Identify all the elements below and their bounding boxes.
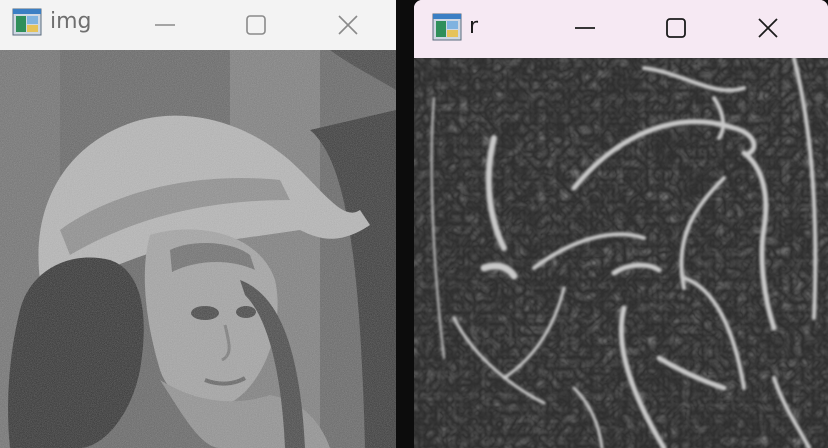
minimize-button[interactable]	[135, 0, 195, 50]
minimize-icon	[155, 24, 175, 26]
close-icon	[758, 18, 778, 38]
maximize-icon	[246, 15, 266, 35]
window-r[interactable]: r	[414, 0, 828, 448]
maximize-button[interactable]	[226, 0, 286, 50]
close-icon	[338, 15, 358, 35]
titlebar-img[interactable]: img	[0, 0, 396, 50]
image-canvas-img[interactable]	[0, 50, 396, 448]
window-title: r	[469, 14, 479, 39]
window-gap	[396, 0, 414, 448]
app-icon	[432, 13, 462, 41]
window-img[interactable]: img	[0, 0, 396, 448]
close-button[interactable]	[318, 0, 378, 50]
maximize-button[interactable]	[646, 3, 706, 53]
app-icon	[12, 8, 42, 36]
maximize-icon	[666, 18, 686, 38]
close-button[interactable]	[738, 3, 798, 53]
minimize-icon	[575, 27, 595, 29]
image-canvas-r[interactable]	[414, 58, 828, 448]
titlebar-r[interactable]: r	[414, 0, 828, 50]
window-title: img	[50, 9, 92, 34]
minimize-button[interactable]	[555, 3, 615, 53]
